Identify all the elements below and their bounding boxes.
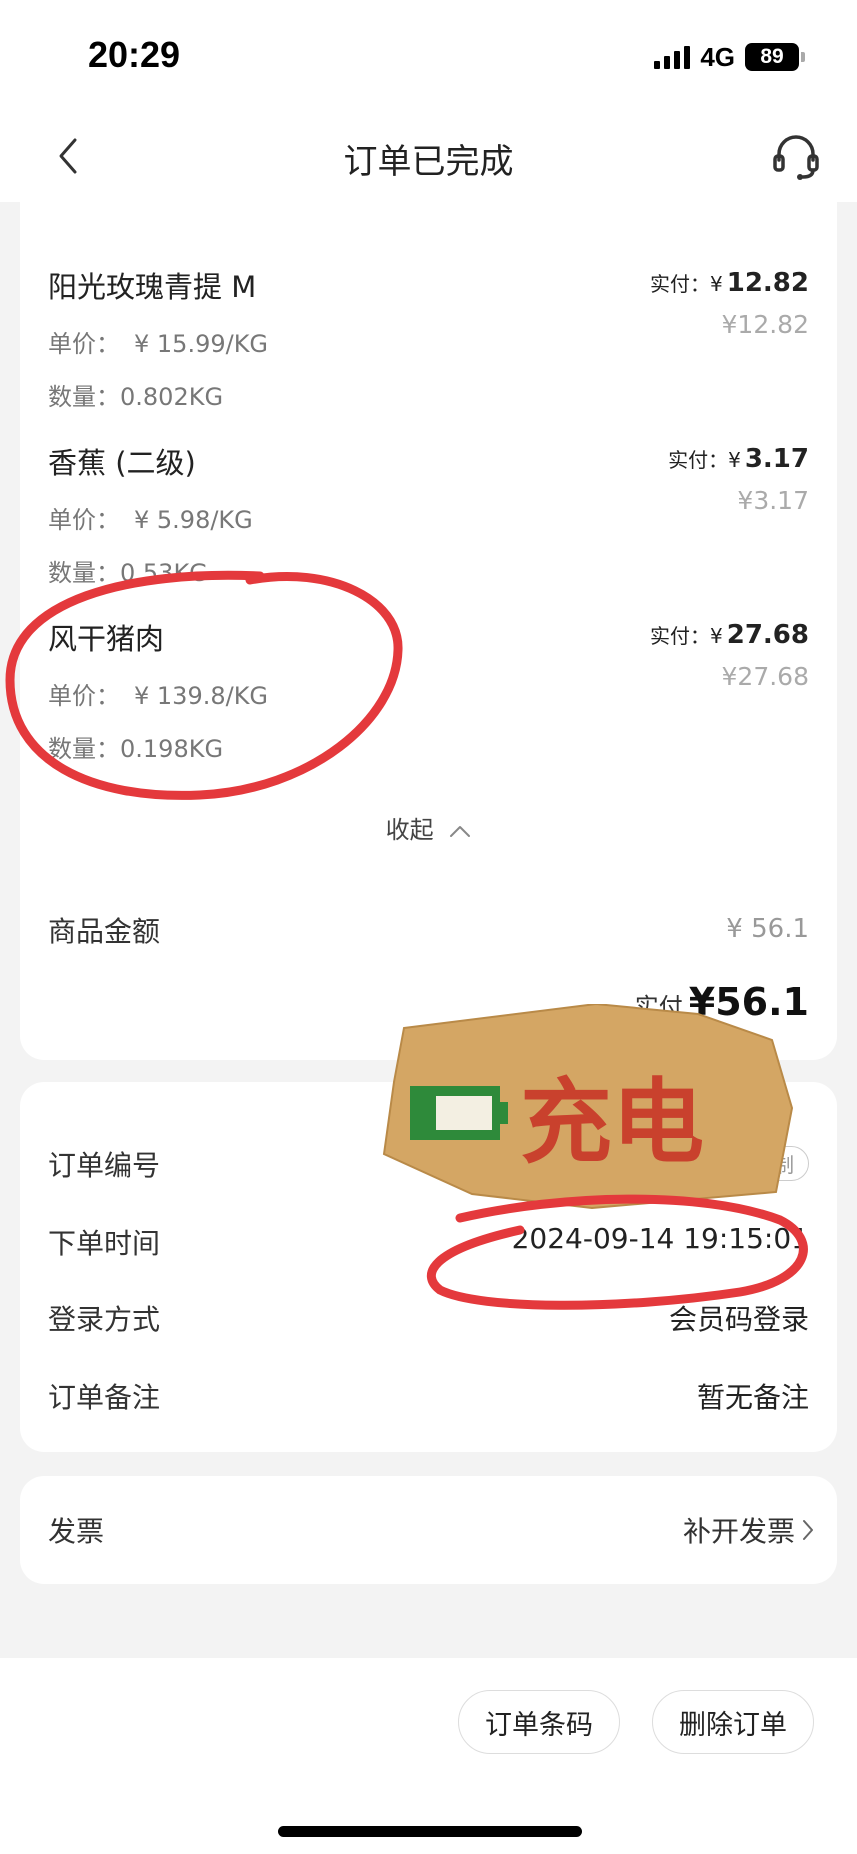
invoice-card: 发票 补开发票: [20, 1476, 837, 1584]
order-time-value: 2024-09-14 19:15:01: [511, 1222, 809, 1255]
headset-icon: [773, 135, 819, 180]
battery-level: 89: [760, 45, 784, 68]
item-paid: 实付：¥ 12.82 ¥12.82: [650, 268, 809, 339]
list-item: 阳光玫瑰青提 M 单价： ¥ 15.99/KG 数量：0.802KG 实付：¥ 12…: [48, 264, 809, 412]
item-quantity: 数量：0.53KG: [48, 559, 208, 587]
sticker-text: 充电: [520, 1069, 704, 1176]
customer-service-button[interactable]: [765, 126, 827, 188]
chevron-up-icon: [450, 826, 471, 837]
signal-icon: [654, 45, 691, 69]
page-title: 订单已完成: [343, 142, 514, 182]
order-time-row: 下单时间 2024-09-14 19:15:01: [48, 1222, 809, 1266]
delete-order-button[interactable]: 删除订单: [652, 1690, 814, 1754]
reissue-invoice-label: 补开发票: [682, 1515, 795, 1548]
home-indicator[interactable]: [278, 1826, 582, 1837]
subtotal-label: 商品金额: [48, 915, 161, 948]
status-time: 20:29: [88, 34, 181, 75]
item-quantity: 数量：0.802KG: [48, 383, 224, 411]
order-number-label: 订单编号: [48, 1149, 161, 1182]
order-barcode-button[interactable]: 订单条码: [458, 1690, 620, 1754]
subtotal-value: ¥ 56.1: [726, 914, 809, 944]
list-item: 香蕉 (二级) 单价： ¥ 5.98/KG 数量：0.53KG 实付：¥ 3.17 …: [48, 440, 809, 588]
item-paid: 实付：¥ 27.68 ¥27.68: [650, 620, 809, 691]
invoice-label: 发票: [48, 1515, 105, 1548]
collapse-label: 收起: [385, 816, 434, 844]
item-quantity: 数量：0.198KG: [48, 735, 224, 763]
network-label: 4G: [700, 41, 735, 72]
charging-sticker: 充电: [382, 1002, 796, 1212]
order-note-row: 订单备注 暂无备注: [48, 1376, 809, 1420]
reissue-invoice-button[interactable]: 补开发票: [683, 1510, 815, 1550]
battery-icon: 89: [745, 43, 805, 71]
list-item: 风干猪肉 单价： ¥ 139.8/KG 数量：0.198KG 实付：¥ 27.68 …: [48, 616, 809, 764]
login-method-row: 登录方式 会员码登录: [48, 1298, 809, 1342]
item-original-price: ¥12.82: [721, 310, 809, 339]
order-note-label: 订单备注: [48, 1381, 161, 1414]
bottom-action-bar: 订单条码 删除订单: [0, 1658, 857, 1854]
item-original-price: ¥3.17: [737, 486, 809, 515]
item-original-price: ¥27.68: [721, 662, 809, 691]
login-method-label: 登录方式: [48, 1303, 161, 1336]
order-note-value: 暂无备注: [696, 1381, 809, 1414]
order-time-label: 下单时间: [48, 1227, 161, 1260]
login-method-value: 会员码登录: [668, 1303, 809, 1336]
chevron-right-icon: [803, 1520, 813, 1540]
status-indicators: 4G 89: [654, 40, 805, 74]
collapse-button[interactable]: 收起: [20, 810, 837, 845]
status-bar: 20:29 4G 89: [0, 0, 857, 110]
item-paid: 实付：¥ 3.17 ¥3.17: [668, 444, 809, 515]
order-items-card: 阳光玫瑰青提 M 单价： ¥ 15.99/KG 数量：0.802KG 实付：¥ 12…: [20, 180, 837, 1060]
